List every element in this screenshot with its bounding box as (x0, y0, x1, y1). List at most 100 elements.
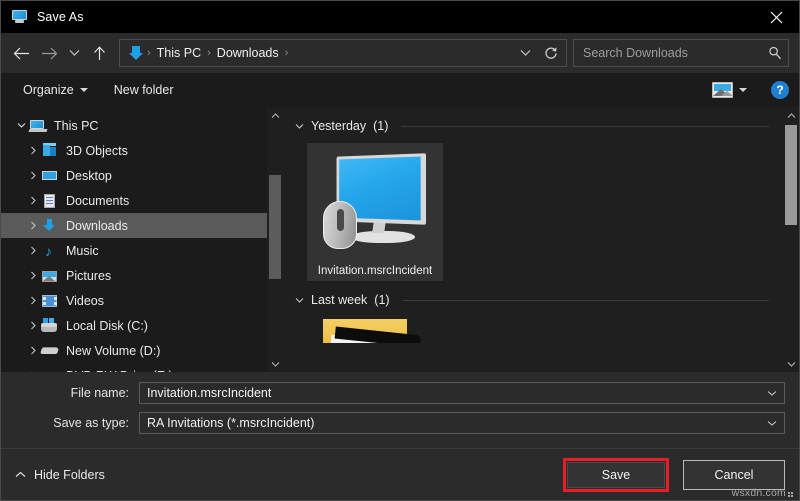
sidebar-item-new-volume-d[interactable]: New Volume (D:) (1, 338, 283, 363)
sidebar-scroll-thumb[interactable] (269, 175, 281, 279)
downloads-icon (41, 218, 59, 234)
sidebar-item-label: New Volume (D:) (66, 343, 161, 358)
sidebar-item-label: Documents (66, 193, 130, 208)
group-count: (1) (374, 293, 390, 307)
refresh-icon[interactable] (538, 40, 564, 66)
organize-label: Organize (23, 83, 74, 97)
group-count: (1) (373, 119, 389, 133)
chevron-up-icon (15, 471, 26, 478)
sidebar-item-documents[interactable]: Documents (1, 188, 283, 213)
recent-locations-button[interactable] (63, 38, 85, 68)
file-list[interactable]: Yesterday (1) Invitation.msrcIncident La… (283, 107, 799, 372)
chevron-right-icon[interactable] (25, 271, 41, 280)
dialog-body: This PC 3D Objects Desktop Documents Dow… (1, 107, 799, 372)
address-dropdown-icon[interactable] (512, 40, 538, 66)
back-button[interactable] (7, 38, 35, 68)
sidebar-item-label: Videos (66, 293, 104, 308)
cancel-button[interactable]: Cancel (683, 459, 785, 490)
sidebar-item-local-disk-c[interactable]: Local Disk (C:) (1, 313, 283, 338)
breadcrumb-item-this-pc[interactable]: This PC (152, 46, 206, 60)
caret-down-icon (79, 88, 88, 92)
sidebar-item-downloads[interactable]: Downloads (1, 213, 283, 238)
chevron-right-icon[interactable] (25, 146, 41, 155)
sidebar-item-this-pc[interactable]: This PC (1, 113, 283, 138)
group-header-last-week[interactable]: Last week (1) (295, 289, 799, 311)
volume-icon (40, 343, 59, 359)
file-list-scroll-thumb[interactable] (785, 125, 797, 225)
close-icon[interactable] (753, 1, 799, 33)
desktop-icon (41, 168, 59, 184)
dvd-drive-icon (41, 368, 59, 373)
chevron-right-icon[interactable] (25, 321, 41, 330)
file-name-row: File name: Invitation.msrcIncident (15, 382, 785, 404)
sidebar-item-label: 3D Objects (66, 143, 128, 158)
sidebar-item-desktop[interactable]: Desktop (1, 163, 283, 188)
group-header-yesterday[interactable]: Yesterday (1) (295, 115, 799, 137)
chevron-down-icon[interactable] (13, 122, 29, 129)
downloads-arrow-icon (128, 45, 144, 61)
save-as-type-select[interactable]: RA Invitations (*.msrcIncident) (139, 412, 785, 434)
new-folder-label: New folder (113, 83, 174, 97)
file-list-scroll-track[interactable] (783, 123, 799, 356)
dialog-footer: Hide Folders Save Cancel wsxdn.com (1, 448, 799, 500)
save-as-dialog: Save As › This PC › Downloads › Search D… (0, 0, 800, 501)
save-as-type-label: Save as type: (53, 416, 129, 430)
scroll-down-icon[interactable] (783, 356, 799, 372)
breadcrumb-separator: › (284, 47, 289, 59)
file-list-scrollbar[interactable] (783, 107, 799, 372)
sidebar-item-music[interactable]: ♪ Music (1, 238, 283, 263)
sidebar-item-pictures[interactable]: Pictures (1, 263, 283, 288)
new-folder-button[interactable]: New folder (106, 79, 182, 101)
music-icon: ♪ (45, 242, 52, 259)
search-input[interactable]: Search Downloads (573, 39, 789, 67)
chevron-right-icon[interactable] (25, 346, 41, 355)
chevron-right-icon[interactable] (25, 296, 41, 305)
hide-folders-button[interactable]: Hide Folders (15, 468, 105, 482)
chevron-down-icon[interactable] (295, 297, 304, 304)
save-as-type-row: Save as type: RA Invitations (*.msrcInci… (15, 412, 785, 434)
chevron-right-icon[interactable] (25, 371, 41, 372)
address-bar-row: › This PC › Downloads › Search Downloads (1, 33, 799, 73)
chevron-right-icon[interactable] (25, 246, 41, 255)
file-name-input[interactable]: Invitation.msrcIncident (139, 382, 785, 404)
save-button[interactable]: Save (567, 461, 665, 488)
command-bar: Organize New folder ? (1, 73, 799, 107)
group-divider (402, 299, 769, 301)
chevron-right-icon[interactable] (25, 196, 41, 205)
view-mode-icon (712, 82, 733, 98)
view-mode-button[interactable] (704, 78, 755, 102)
title-bar: Save As (1, 1, 799, 33)
sidebar-item-videos[interactable]: Videos (1, 288, 283, 313)
remote-assistance-monitor-icon (10, 9, 28, 25)
up-button[interactable] (85, 38, 113, 68)
search-icon (768, 46, 782, 60)
forward-button[interactable] (35, 38, 63, 68)
scroll-up-icon[interactable] (783, 107, 799, 123)
sidebar-item-dvd-rw-drive-e[interactable]: DVD RW Drive (E:) (1, 363, 283, 372)
breadcrumb-item-downloads[interactable]: Downloads (212, 46, 284, 60)
organize-button[interactable]: Organize (15, 79, 96, 101)
chevron-down-icon[interactable] (295, 123, 304, 130)
chevron-right-icon[interactable] (25, 171, 41, 180)
file-tile[interactable] (307, 317, 443, 343)
remote-assistance-thumbnail (315, 149, 435, 261)
sidebar-scrollbar[interactable] (267, 107, 283, 372)
sidebar-item-3d-objects[interactable]: 3D Objects (1, 138, 283, 163)
help-button[interactable]: ? (771, 81, 789, 99)
chevron-down-icon[interactable] (767, 390, 780, 397)
caret-down-icon (739, 88, 747, 92)
group-label: Yesterday (311, 119, 367, 133)
navigation-tree: This PC 3D Objects Desktop Documents Dow… (1, 107, 283, 372)
sidebar-item-label: Music (66, 243, 99, 258)
chevron-right-icon[interactable] (25, 221, 41, 230)
file-tile[interactable]: Invitation.msrcIncident (307, 143, 443, 281)
save-form: File name: Invitation.msrcIncident Save … (1, 372, 799, 448)
address-bar[interactable]: › This PC › Downloads › (119, 39, 567, 67)
window-title: Save As (37, 10, 84, 24)
sidebar-scroll-track[interactable] (267, 123, 283, 356)
hide-folders-label: Hide Folders (34, 467, 105, 482)
sidebar-item-label: Downloads (66, 218, 128, 233)
chevron-down-icon[interactable] (767, 420, 780, 427)
scroll-up-icon[interactable] (267, 107, 283, 123)
scroll-down-icon[interactable] (267, 356, 283, 372)
